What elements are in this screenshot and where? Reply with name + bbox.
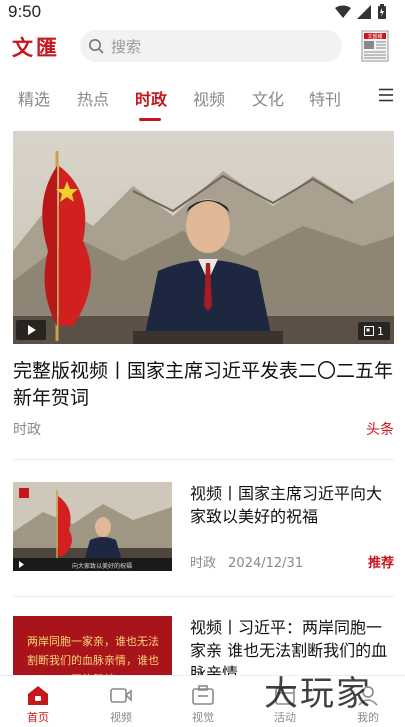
nav-home[interactable]: 首页	[8, 684, 68, 725]
image-count: 1	[377, 324, 384, 338]
tab-redian[interactable]: 热点	[77, 86, 109, 110]
signal-icon	[357, 5, 371, 19]
news-thumb-image: 向大家致以美好的祝福	[13, 482, 172, 571]
wifi-icon	[335, 5, 351, 18]
status-time: 9:50	[8, 2, 42, 21]
header: 文匯 搜索 文匯報	[0, 28, 405, 68]
status-icons	[335, 4, 387, 20]
status-bar: 9:50	[0, 0, 405, 26]
app-logo[interactable]: 文匯	[12, 32, 60, 62]
news-date: 2024/12/31	[228, 556, 304, 571]
hero-tag: 头条	[366, 422, 394, 438]
news-title: 视频丨国家主席习近平向大家致以美好的祝福	[190, 484, 383, 526]
play-icon	[28, 325, 36, 335]
image-count-badge: 1	[358, 322, 390, 340]
news-meta: 时政 2024/12/31 推荐	[190, 552, 394, 571]
list-item[interactable]: 向大家致以美好的祝福 视频丨国家主席习近平向大家致以美好的祝福 时政 2024/…	[0, 482, 405, 592]
news-tag: 推荐	[367, 556, 394, 571]
hero-category: 时政	[13, 422, 41, 438]
search-placeholder: 搜索	[111, 38, 142, 56]
active-tab-indicator	[139, 118, 161, 121]
tab-jingxuan[interactable]: 精选	[18, 86, 50, 110]
watermark: 大玩家	[264, 674, 372, 714]
play-button[interactable]	[16, 320, 46, 340]
hero-video-thumbnail[interactable]: 1	[13, 131, 394, 344]
newspaper-icon[interactable]: 文匯報	[361, 30, 389, 62]
tab-tekan[interactable]: 特刊	[309, 86, 341, 110]
nav-video[interactable]: 视频	[91, 684, 151, 725]
battery-icon	[378, 4, 386, 19]
svg-text:文匯報: 文匯報	[367, 33, 382, 40]
divider	[13, 459, 394, 460]
home-icon	[28, 686, 48, 705]
tab-shipin[interactable]: 视频	[193, 86, 225, 110]
news-thumbnail: 两岸同胞一家亲，谁也无法割断我们的血脉亲情，谁也不能阻挡	[13, 616, 172, 676]
divider	[13, 596, 394, 597]
hero-meta: 时政 头条	[13, 419, 394, 439]
search-icon	[89, 39, 104, 54]
svg-text:向大家致以美好的祝福: 向大家致以美好的祝福	[72, 562, 132, 570]
thumb-text: 两岸同胞一家亲，谁也无法割断我们的血脉亲情，谁也不能阻挡	[27, 635, 159, 676]
hero-image	[13, 131, 394, 344]
camera-icon	[192, 685, 214, 705]
news-category: 时政	[190, 556, 217, 571]
hero-title[interactable]: 完整版视频丨国家主席习近平发表二〇二五年新年贺词	[13, 358, 397, 412]
gallery-icon	[364, 326, 374, 336]
tab-wenhua[interactable]: 文化	[252, 86, 284, 110]
video-icon	[110, 688, 132, 703]
news-thumbnail: 向大家致以美好的祝福	[13, 482, 172, 571]
tab-shizheng[interactable]: 时政	[135, 86, 167, 110]
category-tabs: 精选 热点 时政 视频 文化 特刊	[0, 80, 405, 122]
nav-visual[interactable]: 视觉	[173, 684, 233, 725]
menu-icon[interactable]	[379, 88, 393, 102]
search-input[interactable]: 搜索	[80, 30, 342, 62]
